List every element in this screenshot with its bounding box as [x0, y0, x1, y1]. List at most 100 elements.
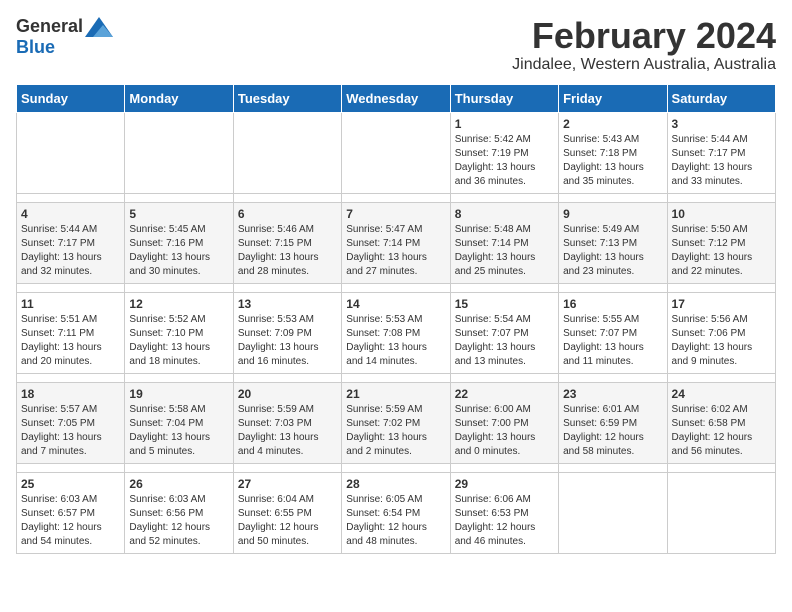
calendar-cell: 15 Sunrise: 5:54 AM Sunset: 7:07 PM Dayli…: [450, 292, 558, 373]
header-sunday: Sunday: [17, 84, 125, 112]
day-info: Sunrise: 5:47 AM Sunset: 7:14 PM Dayligh…: [346, 223, 445, 279]
day-number: 13: [238, 297, 337, 311]
title-section: February 2024 Jindalee, Western Australi…: [512, 16, 776, 74]
day-info: Sunrise: 6:03 AM Sunset: 6:56 PM Dayligh…: [129, 493, 228, 549]
calendar-cell: 1 Sunrise: 5:42 AM Sunset: 7:19 PM Daylig…: [450, 112, 558, 193]
day-number: 2: [563, 117, 662, 131]
calendar-cell: 3Sunrise: 5:44 AM Sunset: 7:17 PM Daylig…: [667, 112, 775, 193]
calendar-cell: [667, 472, 775, 553]
day-info: Sunrise: 5:55 AM Sunset: 7:07 PM Dayligh…: [563, 313, 662, 369]
calendar-cell: 7Sunrise: 5:47 AM Sunset: 7:14 PM Daylig…: [342, 202, 450, 283]
day-number: 20: [238, 387, 337, 401]
day-info: Sunrise: 6:06 AM Sunset: 6:53 PM Dayligh…: [455, 493, 554, 549]
calendar-cell: 23 Sunrise: 6:01 AM Sunset: 6:59 PM Dayli…: [559, 382, 667, 463]
calendar-cell: 10Sunrise: 5:50 AM Sunset: 7:12 PM Dayli…: [667, 202, 775, 283]
day-number: 16: [563, 297, 662, 311]
calendar-week-3: 11 Sunrise: 5:51 AM Sunset: 7:11 PM Dayli…: [17, 292, 776, 373]
day-info: Sunrise: 5:59 AM Sunset: 7:02 PM Dayligh…: [346, 403, 445, 459]
calendar-cell: 29 Sunrise: 6:06 AM Sunset: 6:53 PM Dayli…: [450, 472, 558, 553]
day-number: 28: [346, 477, 445, 491]
header-monday: Monday: [125, 84, 233, 112]
day-info: Sunrise: 6:05 AM Sunset: 6:54 PM Dayligh…: [346, 493, 445, 549]
day-number: 12: [129, 297, 228, 311]
day-info: Sunrise: 6:04 AM Sunset: 6:55 PM Dayligh…: [238, 493, 337, 549]
day-info: Sunrise: 5:53 AM Sunset: 7:09 PM Dayligh…: [238, 313, 337, 369]
header-tuesday: Tuesday: [233, 84, 341, 112]
day-number: 14: [346, 297, 445, 311]
day-info: Sunrise: 5:52 AM Sunset: 7:10 PM Dayligh…: [129, 313, 228, 369]
day-info: Sunrise: 5:51 AM Sunset: 7:11 PM Dayligh…: [21, 313, 120, 369]
calendar-cell: 14 Sunrise: 5:53 AM Sunset: 7:08 PM Dayli…: [342, 292, 450, 373]
calendar-cell: 12 Sunrise: 5:52 AM Sunset: 7:10 PM Dayli…: [125, 292, 233, 373]
calendar-cell: 16 Sunrise: 5:55 AM Sunset: 7:07 PM Dayli…: [559, 292, 667, 373]
calendar-cell: [125, 112, 233, 193]
day-number: 8: [455, 207, 554, 221]
day-number: 19: [129, 387, 228, 401]
day-number: 9: [563, 207, 662, 221]
month-year-title: February 2024: [512, 16, 776, 56]
logo-blue-text: Blue: [16, 37, 55, 58]
day-number: 3: [672, 117, 771, 131]
day-number: 4: [21, 207, 120, 221]
calendar-cell: 24 Sunrise: 6:02 AM Sunset: 6:58 PM Dayli…: [667, 382, 775, 463]
day-number: 29: [455, 477, 554, 491]
day-info: Sunrise: 5:44 AM Sunset: 7:17 PM Dayligh…: [21, 223, 120, 279]
calendar-cell: 22 Sunrise: 6:00 AM Sunset: 7:00 PM Dayli…: [450, 382, 558, 463]
day-number: 11: [21, 297, 120, 311]
week-separator: [17, 373, 776, 382]
logo-general-text: General: [16, 16, 83, 37]
calendar-cell: 8 Sunrise: 5:48 AM Sunset: 7:14 PM Daylig…: [450, 202, 558, 283]
day-number: 23: [563, 387, 662, 401]
calendar-cell: [17, 112, 125, 193]
day-number: 21: [346, 387, 445, 401]
header-wednesday: Wednesday: [342, 84, 450, 112]
week-separator: [17, 193, 776, 202]
day-number: 6: [238, 207, 337, 221]
calendar-cell: 21 Sunrise: 5:59 AM Sunset: 7:02 PM Dayli…: [342, 382, 450, 463]
day-info: Sunrise: 6:00 AM Sunset: 7:00 PM Dayligh…: [455, 403, 554, 459]
day-info: Sunrise: 6:02 AM Sunset: 6:58 PM Dayligh…: [672, 403, 771, 459]
day-info: Sunrise: 5:56 AM Sunset: 7:06 PM Dayligh…: [672, 313, 771, 369]
day-info: Sunrise: 5:53 AM Sunset: 7:08 PM Dayligh…: [346, 313, 445, 369]
day-info: Sunrise: 5:49 AM Sunset: 7:13 PM Dayligh…: [563, 223, 662, 279]
calendar-cell: [233, 112, 341, 193]
calendar-cell: 4 Sunrise: 5:44 AM Sunset: 7:17 PM Daylig…: [17, 202, 125, 283]
calendar-cell: 18Sunrise: 5:57 AM Sunset: 7:05 PM Dayli…: [17, 382, 125, 463]
calendar-header-row: SundayMondayTuesdayWednesdayThursdayFrid…: [17, 84, 776, 112]
calendar-cell: 17Sunrise: 5:56 AM Sunset: 7:06 PM Dayli…: [667, 292, 775, 373]
day-info: Sunrise: 5:43 AM Sunset: 7:18 PM Dayligh…: [563, 133, 662, 189]
calendar-week-2: 4 Sunrise: 5:44 AM Sunset: 7:17 PM Daylig…: [17, 202, 776, 283]
day-info: Sunrise: 5:58 AM Sunset: 7:04 PM Dayligh…: [129, 403, 228, 459]
header-friday: Friday: [559, 84, 667, 112]
calendar-cell: 6Sunrise: 5:46 AM Sunset: 7:15 PM Daylig…: [233, 202, 341, 283]
day-number: 15: [455, 297, 554, 311]
day-info: Sunrise: 5:59 AM Sunset: 7:03 PM Dayligh…: [238, 403, 337, 459]
week-separator: [17, 283, 776, 292]
day-info: Sunrise: 5:45 AM Sunset: 7:16 PM Dayligh…: [129, 223, 228, 279]
day-info: Sunrise: 5:54 AM Sunset: 7:07 PM Dayligh…: [455, 313, 554, 369]
logo: General Blue: [16, 16, 113, 58]
week-separator: [17, 463, 776, 472]
day-info: Sunrise: 5:42 AM Sunset: 7:19 PM Dayligh…: [455, 133, 554, 189]
day-number: 27: [238, 477, 337, 491]
day-info: Sunrise: 5:48 AM Sunset: 7:14 PM Dayligh…: [455, 223, 554, 279]
day-number: 22: [455, 387, 554, 401]
calendar-cell: 11 Sunrise: 5:51 AM Sunset: 7:11 PM Dayli…: [17, 292, 125, 373]
calendar-cell: 9 Sunrise: 5:49 AM Sunset: 7:13 PM Daylig…: [559, 202, 667, 283]
day-number: 26: [129, 477, 228, 491]
calendar-cell: [342, 112, 450, 193]
calendar-cell: 2 Sunrise: 5:43 AM Sunset: 7:18 PM Daylig…: [559, 112, 667, 193]
day-number: 25: [21, 477, 120, 491]
calendar-table: SundayMondayTuesdayWednesdayThursdayFrid…: [16, 84, 776, 554]
calendar-cell: 20 Sunrise: 5:59 AM Sunset: 7:03 PM Dayli…: [233, 382, 341, 463]
day-info: Sunrise: 5:57 AM Sunset: 7:05 PM Dayligh…: [21, 403, 120, 459]
calendar-cell: [559, 472, 667, 553]
calendar-cell: 5 Sunrise: 5:45 AM Sunset: 7:16 PM Daylig…: [125, 202, 233, 283]
day-number: 5: [129, 207, 228, 221]
day-info: Sunrise: 5:50 AM Sunset: 7:12 PM Dayligh…: [672, 223, 771, 279]
day-number: 1: [455, 117, 554, 131]
day-info: Sunrise: 6:01 AM Sunset: 6:59 PM Dayligh…: [563, 403, 662, 459]
day-number: 24: [672, 387, 771, 401]
location-subtitle: Jindalee, Western Australia, Australia: [512, 56, 776, 74]
calendar-week-1: 1 Sunrise: 5:42 AM Sunset: 7:19 PM Daylig…: [17, 112, 776, 193]
